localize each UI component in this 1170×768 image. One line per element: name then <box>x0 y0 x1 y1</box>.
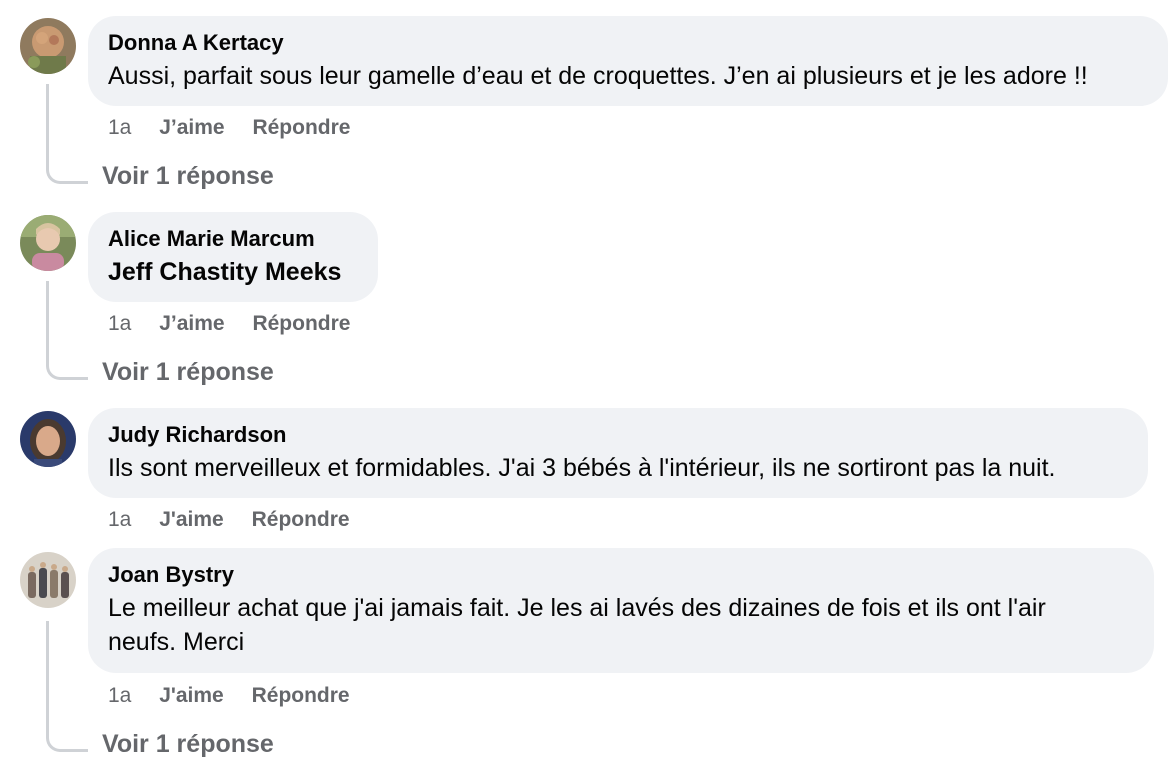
avatar[interactable] <box>20 411 76 467</box>
reply-button[interactable]: Répondre <box>252 312 350 335</box>
comment-text: Ils sont merveilleux et formidables. J'a… <box>108 454 1056 482</box>
comment-actions: 1a J’aime Répondre <box>108 312 350 336</box>
comment-author[interactable]: Joan Bystry <box>108 562 1134 588</box>
comment-bubble: Donna A Kertacy Aussi, parfait sous leur… <box>88 16 1168 106</box>
comment-actions: 1a J’aime Répondre <box>108 116 350 140</box>
thread-connector <box>46 84 88 184</box>
thread-connector <box>46 621 88 752</box>
like-button[interactable]: J’aime <box>159 312 224 335</box>
avatar[interactable] <box>20 215 76 271</box>
comment-text: Jeff Chastity Meeks <box>108 258 342 286</box>
comment-actions: 1a J'aime Répondre <box>108 508 350 532</box>
avatar-image <box>20 411 76 467</box>
view-replies-link[interactable]: Voir 1 réponse <box>102 729 274 759</box>
reply-button[interactable]: Répondre <box>252 684 350 707</box>
comment-author[interactable]: Judy Richardson <box>108 422 1128 448</box>
avatar-image <box>20 552 76 608</box>
comment-timestamp[interactable]: 1a <box>108 684 131 707</box>
comment-timestamp[interactable]: 1a <box>108 508 131 531</box>
comment-text-line: Le meilleur achat que j'ai jamais fait. … <box>108 594 1046 622</box>
view-replies-link[interactable]: Voir 1 réponse <box>102 357 274 387</box>
reply-button[interactable]: Répondre <box>252 508 350 531</box>
comment-author[interactable]: Alice Marie Marcum <box>108 226 358 252</box>
comment-text: Aussi, parfait sous leur gamelle d’eau e… <box>108 62 1088 90</box>
like-button[interactable]: J’aime <box>159 116 224 139</box>
like-button[interactable]: J'aime <box>159 508 224 531</box>
comment-bubble: Judy Richardson Ils sont merveilleux et … <box>88 408 1148 498</box>
comment-text-line: neufs. Merci <box>108 628 245 656</box>
comment-actions: 1a J'aime Répondre <box>108 684 350 708</box>
comment-bubble: Joan Bystry Le meilleur achat que j'ai j… <box>88 548 1154 673</box>
avatar-image <box>20 215 76 271</box>
avatar[interactable] <box>20 18 76 74</box>
comment-author[interactable]: Donna A Kertacy <box>108 30 1148 56</box>
comment-bubble: Alice Marie Marcum Jeff Chastity Meeks <box>88 212 378 302</box>
avatar[interactable] <box>20 552 76 608</box>
comment-timestamp[interactable]: 1a <box>108 312 131 335</box>
like-button[interactable]: J'aime <box>159 684 224 707</box>
reply-button[interactable]: Répondre <box>252 116 350 139</box>
thread-connector <box>46 281 88 380</box>
view-replies-link[interactable]: Voir 1 réponse <box>102 161 274 191</box>
avatar-image <box>20 18 76 74</box>
comment-timestamp[interactable]: 1a <box>108 116 131 139</box>
